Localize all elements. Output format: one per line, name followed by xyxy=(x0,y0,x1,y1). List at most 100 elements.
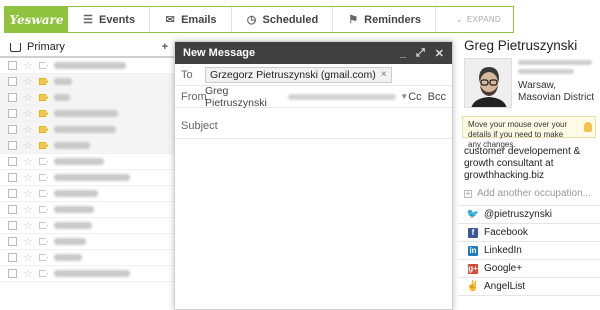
select-checkbox[interactable] xyxy=(8,205,17,214)
importance-marker-icon[interactable] xyxy=(39,190,48,197)
recipient-chip[interactable]: Grzegorz Pietruszynski (gmail.com) × xyxy=(205,66,392,83)
social-linkedin-link[interactable]: in LinkedIn xyxy=(458,242,600,260)
importance-marker-icon[interactable] xyxy=(39,222,48,229)
bookmark-icon: ⚑ xyxy=(348,13,359,26)
subject-placeholder: Subject xyxy=(181,119,218,132)
star-icon[interactable]: ☆ xyxy=(23,156,33,167)
profile-detail-redacted xyxy=(518,60,592,65)
star-icon[interactable]: ☆ xyxy=(23,236,33,247)
select-checkbox[interactable] xyxy=(8,237,17,246)
social-angellist-link[interactable]: ✌ AngelList xyxy=(458,278,600,296)
importance-marker-icon[interactable] xyxy=(39,270,48,277)
importance-marker-icon[interactable] xyxy=(39,142,48,149)
compose-header: New Message _ ⤢ ✕ xyxy=(175,42,452,64)
toolbar-reminders-button[interactable]: ⚑ Reminders xyxy=(333,7,437,32)
star-icon[interactable]: ☆ xyxy=(23,108,33,119)
bcc-link[interactable]: Bcc xyxy=(428,91,446,103)
star-icon[interactable]: ☆ xyxy=(23,220,33,231)
sender-redacted xyxy=(54,126,116,133)
select-checkbox[interactable] xyxy=(8,157,17,166)
inbox-tabs: Primary + xyxy=(0,38,174,58)
star-icon[interactable]: ☆ xyxy=(23,92,33,103)
importance-marker-icon[interactable] xyxy=(39,238,48,245)
select-checkbox[interactable] xyxy=(8,221,17,230)
importance-marker-icon[interactable] xyxy=(39,110,48,117)
select-checkbox[interactable] xyxy=(8,125,17,134)
star-icon[interactable]: ☆ xyxy=(23,252,33,263)
social-twitter-link[interactable]: 🐦 @pietruszynski xyxy=(458,206,600,224)
social-google-plus-link[interactable]: g+ Google+ xyxy=(458,260,600,278)
select-checkbox[interactable] xyxy=(8,141,17,150)
list-item[interactable]: ☆ xyxy=(0,138,174,154)
list-item[interactable]: ☆ xyxy=(0,218,174,234)
social-facebook-link[interactable]: f Facebook xyxy=(458,224,600,242)
toolbar-emails-label: Emails xyxy=(181,13,217,26)
from-dropdown-icon[interactable]: ▼ xyxy=(400,92,408,101)
star-icon[interactable]: ☆ xyxy=(23,60,33,71)
close-icon[interactable]: ✕ xyxy=(435,47,444,60)
profile-name: Greg Pietruszynski xyxy=(464,38,578,53)
list-item[interactable]: ☆ xyxy=(0,90,174,106)
importance-marker-icon[interactable] xyxy=(39,62,48,69)
toolbar-emails-button[interactable]: ✉ Emails xyxy=(150,7,232,32)
avatar-photo xyxy=(465,59,511,107)
to-label: To xyxy=(181,68,193,81)
expand-button[interactable]: ⌄ EXPAND xyxy=(456,7,513,32)
list-item[interactable]: ☆ xyxy=(0,186,174,202)
toolbar-events-button[interactable]: ☰ Events xyxy=(68,7,151,32)
toolbar-reminders-label: Reminders xyxy=(364,13,422,26)
star-icon[interactable]: ☆ xyxy=(23,140,33,151)
profile-location: Warsaw, Masovian District xyxy=(518,80,595,103)
star-icon[interactable]: ☆ xyxy=(23,204,33,215)
star-icon[interactable]: ☆ xyxy=(23,268,33,279)
importance-marker-icon[interactable] xyxy=(39,94,48,101)
tab-primary[interactable]: Primary xyxy=(0,41,65,53)
sender-redacted xyxy=(54,206,94,213)
remove-recipient-icon[interactable]: × xyxy=(381,69,387,80)
star-icon[interactable]: ☆ xyxy=(23,188,33,199)
select-checkbox[interactable] xyxy=(8,77,17,86)
compose-title: New Message xyxy=(183,47,256,59)
importance-marker-icon[interactable] xyxy=(39,206,48,213)
yesware-logo[interactable]: Yesware xyxy=(5,7,68,32)
list-item[interactable]: ☆ xyxy=(0,154,174,170)
add-occupation-button[interactable]: + Add another occupation... xyxy=(458,182,600,199)
list-item[interactable]: ☆ xyxy=(0,74,174,90)
importance-marker-icon[interactable] xyxy=(39,174,48,181)
inbox-tray-icon xyxy=(10,42,21,52)
star-icon[interactable]: ☆ xyxy=(23,76,33,87)
select-checkbox[interactable] xyxy=(8,173,17,182)
list-item[interactable]: ☆ xyxy=(0,202,174,218)
sender-redacted xyxy=(54,62,126,69)
select-checkbox[interactable] xyxy=(8,61,17,70)
importance-marker-icon[interactable] xyxy=(39,78,48,85)
sender-redacted xyxy=(54,222,92,229)
to-row[interactable]: To Grzegorz Pietruszynski (gmail.com) × xyxy=(175,64,452,86)
list-item[interactable]: ☆ xyxy=(0,122,174,138)
sender-redacted xyxy=(54,270,130,277)
list-item[interactable]: ☆ xyxy=(0,266,174,282)
subject-field[interactable]: Subject xyxy=(175,113,452,139)
importance-marker-icon[interactable] xyxy=(39,126,48,133)
cc-link[interactable]: Cc xyxy=(408,91,421,103)
list-item[interactable]: ☆ xyxy=(0,250,174,266)
select-checkbox[interactable] xyxy=(8,269,17,278)
star-icon[interactable]: ☆ xyxy=(23,172,33,183)
expand-window-icon[interactable]: ⤢ xyxy=(416,47,425,60)
list-item[interactable]: ☆ xyxy=(0,234,174,250)
toolbar-scheduled-button[interactable]: ◷ Scheduled xyxy=(232,7,334,32)
minimize-icon[interactable]: _ xyxy=(400,47,406,60)
add-tab-button[interactable]: + xyxy=(162,41,168,53)
list-item[interactable]: ☆ xyxy=(0,58,174,74)
star-icon[interactable]: ☆ xyxy=(23,124,33,135)
list-item[interactable]: ☆ xyxy=(0,106,174,122)
list-item[interactable]: ☆ xyxy=(0,170,174,186)
importance-marker-icon[interactable] xyxy=(39,158,48,165)
select-checkbox[interactable] xyxy=(8,189,17,198)
select-checkbox[interactable] xyxy=(8,109,17,118)
select-checkbox[interactable] xyxy=(8,93,17,102)
social-links: 🐦 @pietruszynski f Facebook in LinkedIn … xyxy=(458,205,600,296)
from-row[interactable]: From Greg Pietruszynski ▼ Cc Bcc xyxy=(175,85,452,109)
select-checkbox[interactable] xyxy=(8,253,17,262)
importance-marker-icon[interactable] xyxy=(39,254,48,261)
